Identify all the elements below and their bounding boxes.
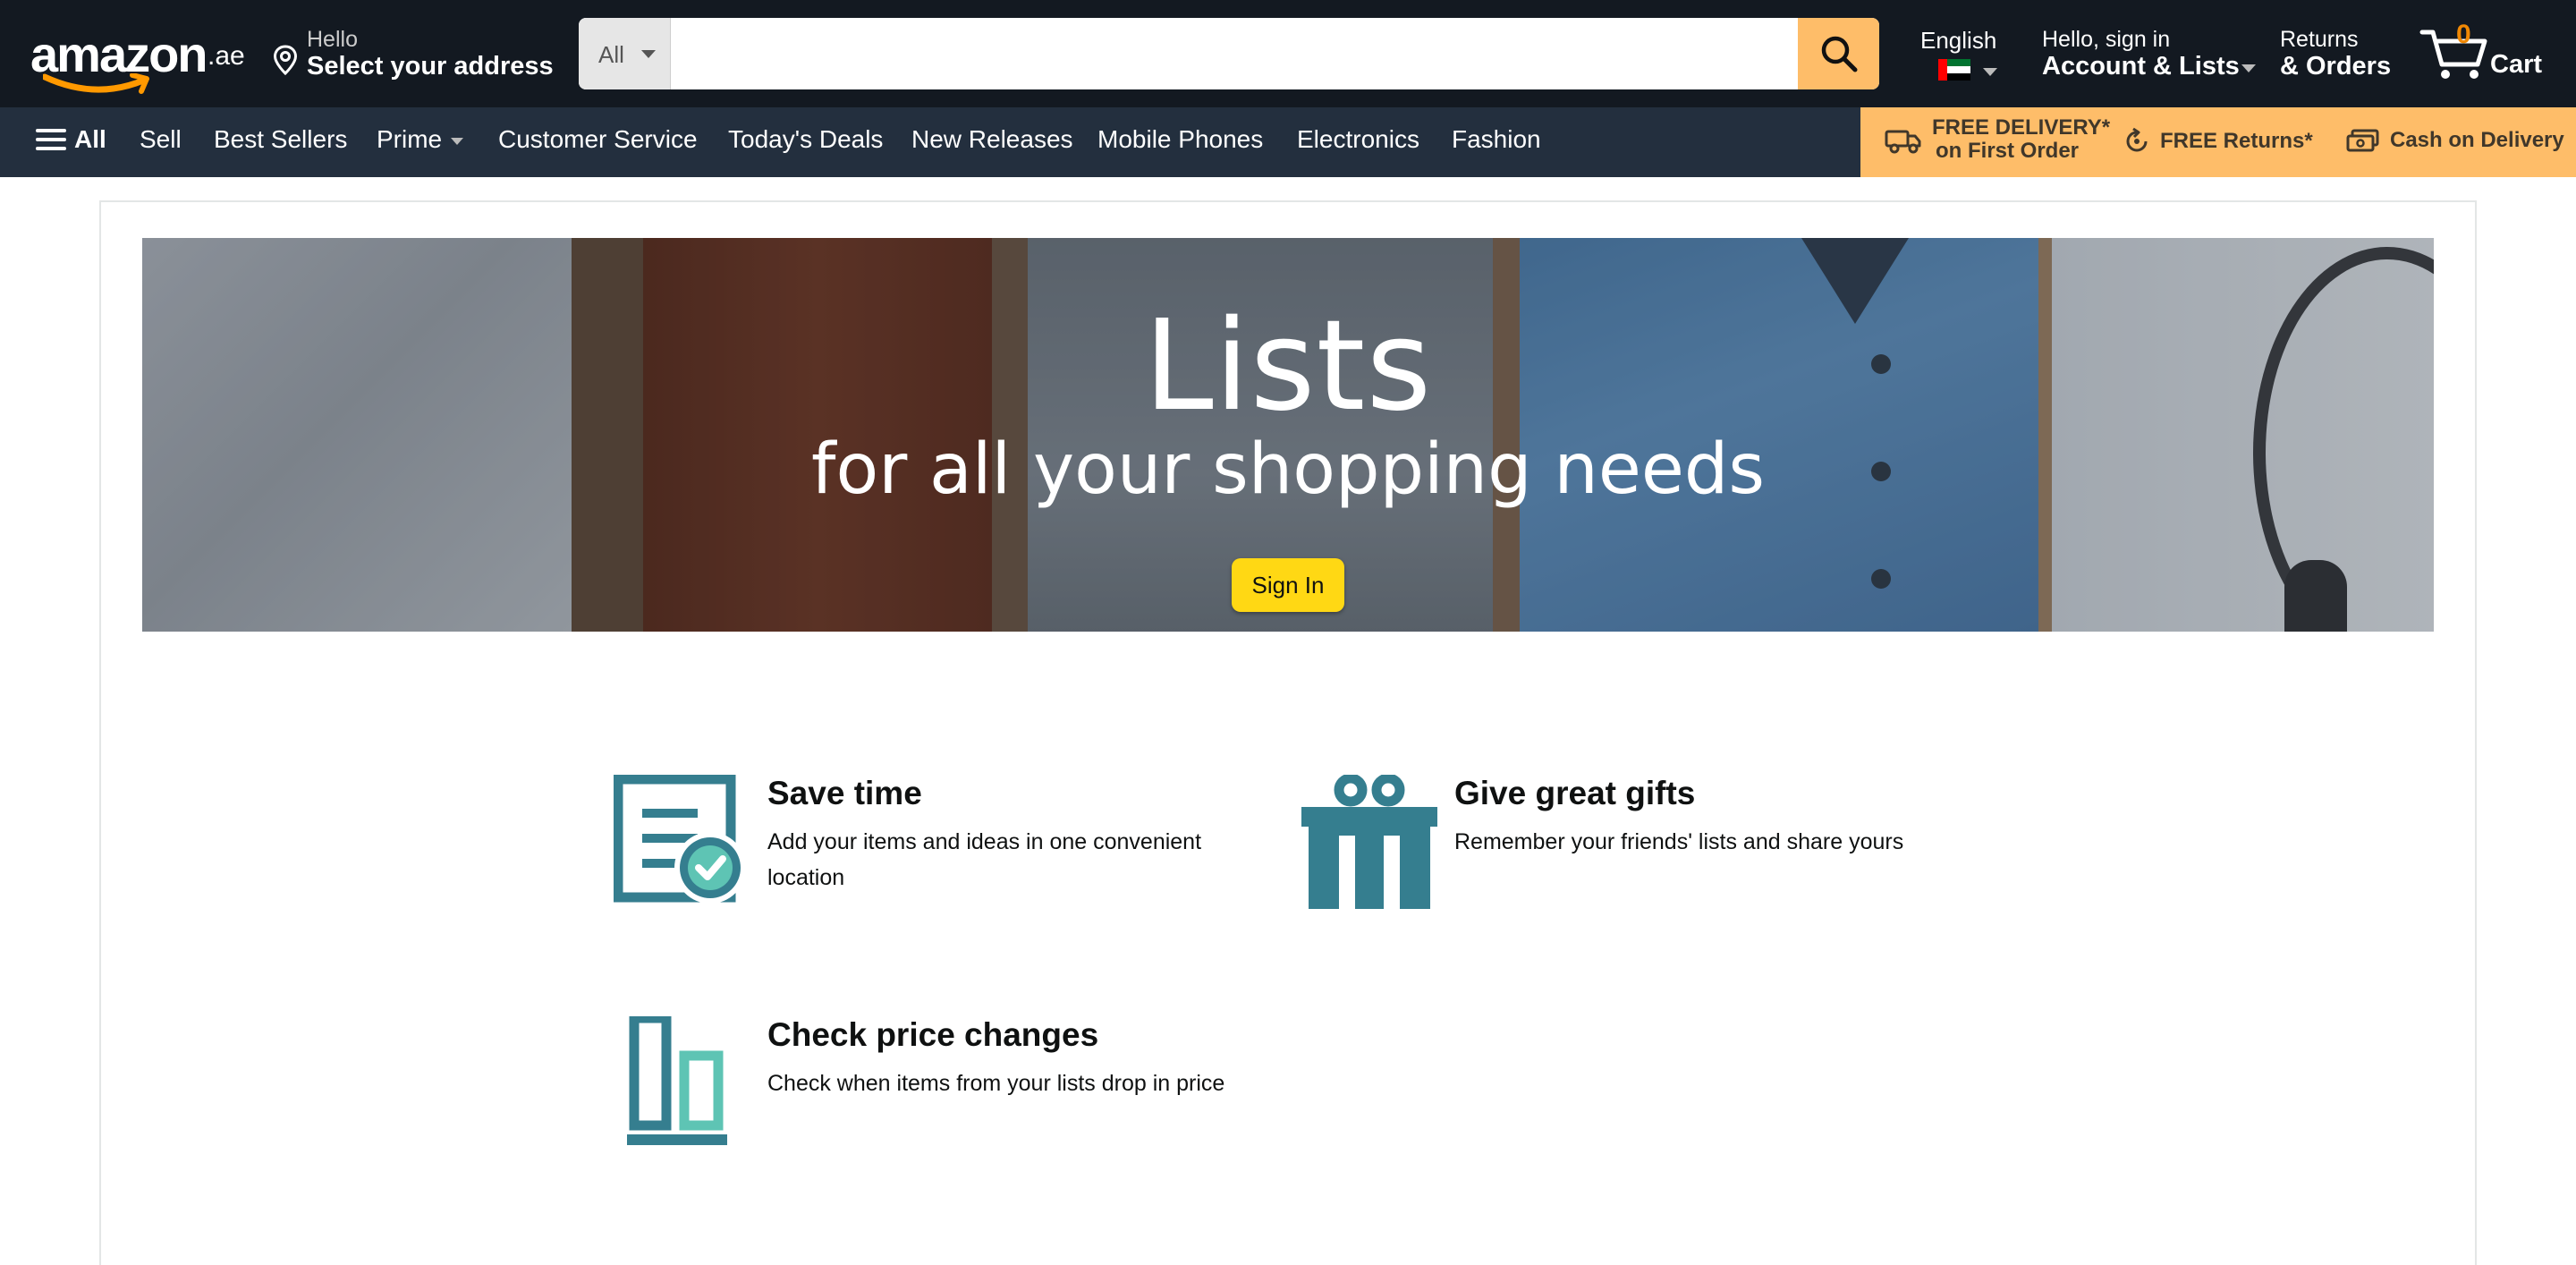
uae-flag-icon [1938,59,1970,81]
nav-link-sell[interactable]: Sell [140,125,182,154]
language-selector[interactable]: English [1920,27,2001,84]
account-greeting: Hello, sign in [2042,27,2171,52]
returns-label: Returns [2280,27,2359,52]
chevron-down-icon [451,137,464,145]
search-button[interactable] [1798,18,1879,89]
returns-icon [2126,127,2148,152]
promo-free-returns: FREE Returns* [2123,127,2313,156]
chevron-down-icon [1983,68,1997,76]
hero-title: Lists [1143,293,1433,439]
deliver-to-address[interactable]: Hello Select your address [273,25,554,82]
all-menu-label: All [74,125,106,153]
search-category-dropdown[interactable]: All [579,18,671,89]
location-pin-icon [273,45,298,75]
orders-label: & Orders [2280,52,2392,81]
feature-title: Save time [767,775,922,811]
sign-in-button[interactable]: Sign In [1232,558,1344,612]
cart-button[interactable]: 0 Cart [2419,20,2553,88]
promo-cash-on-delivery: Cash on Delivery [2345,127,2564,154]
top-nav: amazon .ae Hello Select your address All… [0,0,2576,107]
cash-icon [2346,129,2379,152]
promo-banner[interactable]: FREE DELIVERY* on First Order FREE Retur… [1860,107,2576,177]
nav-link-prime-label: Prime [377,125,443,153]
list-check-icon [614,775,746,904]
feature-price-changes: Check price changes Check when items fro… [614,1016,1258,1159]
search-bar: All [579,18,1879,89]
feature-save-time: Save time Add your items and ideas in on… [614,775,1258,918]
feature-description: Check when items from your lists drop in… [767,1071,1225,1096]
all-menu-button[interactable]: All [36,125,106,154]
returns-and-orders[interactable]: Returns & Orders [2280,25,2405,82]
cart-count: 0 [2456,20,2471,49]
amazon-logo[interactable]: amazon .ae [27,23,246,94]
promo-delivery-line2: on First Order [1936,139,2080,163]
feature-title: Give great gifts [1454,775,1696,811]
deliver-address-label: Select your address [307,52,554,81]
chevron-down-icon [641,50,656,58]
nav-link-electronics[interactable]: Electronics [1297,125,1419,154]
price-bars-icon [627,1016,727,1145]
search-input[interactable] [672,18,1795,89]
hamburger-menu-icon [36,127,66,152]
feature-give-gifts: Give great gifts Remember your friends' … [1301,775,1945,918]
lists-hero-banner: Lists for all your shopping needs Sign I… [142,238,2434,632]
promo-free-delivery: FREE DELIVERY* on First Order [1884,116,2110,163]
nav-link-todays-deals[interactable]: Today's Deals [728,125,883,154]
nav-link-customer-service[interactable]: Customer Service [498,125,698,154]
account-lists-label: Account & Lists [2042,52,2240,81]
promo-cod-label: Cash on Delivery [2390,128,2564,152]
feature-title: Check price changes [767,1016,1099,1053]
nav-link-prime[interactable]: Prime [377,125,464,154]
hero-subtitle: for all your shopping needs [811,429,1765,510]
account-and-lists[interactable]: Hello, sign in Account & Lists [2042,25,2257,82]
deliver-greeting: Hello [307,27,358,52]
chevron-down-icon [2241,64,2256,72]
nav-link-mobile-phones[interactable]: Mobile Phones [1097,125,1263,154]
nav-link-new-releases[interactable]: New Releases [911,125,1073,154]
nav-link-best-sellers[interactable]: Best Sellers [214,125,347,154]
cart-icon [2419,30,2487,79]
search-category-value: All [598,41,624,68]
logo-tld: .ae [208,41,245,71]
search-icon [1821,36,1857,72]
nav-link-fashion[interactable]: Fashion [1452,125,1541,154]
feature-description: Add your items and ideas in one convenie… [767,829,1202,890]
delivery-truck-icon [1885,130,1921,154]
language-label: English [1920,27,1997,54]
logo-smile-icon [43,73,149,94]
gift-icon [1301,775,1437,909]
cart-label: Cart [2490,50,2543,79]
promo-delivery-line1: FREE DELIVERY* [1932,115,2111,140]
promo-returns-label: FREE Returns* [2160,129,2313,153]
feature-description: Remember your friends' lists and share y… [1454,829,1904,854]
